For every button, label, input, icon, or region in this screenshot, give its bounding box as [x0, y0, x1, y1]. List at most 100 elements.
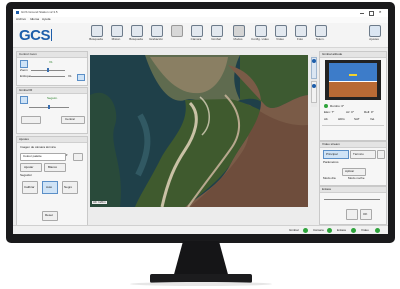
- link-panel: Enlace OK: [319, 186, 387, 225]
- attitude-ground: [329, 81, 377, 97]
- focus-slider[interactable]: [31, 76, 65, 77]
- video-main-label: Principal: [326, 152, 338, 156]
- focus-apply-button[interactable]: [77, 74, 85, 81]
- link-button-a[interactable]: [346, 209, 358, 220]
- stand-shadow: [130, 282, 272, 286]
- heading-value: Rumbo: 0°: [330, 104, 345, 108]
- gimbal-panel: Gimbal IR Seguim. Centrar: [16, 87, 88, 134]
- toolbar-button-ajustes[interactable]: Ajustes: [365, 25, 382, 45]
- aerial-map-view[interactable]: Alt: 120m: [90, 55, 308, 207]
- toolbar-button-busqueda[interactable]: Búsqueda: [87, 25, 104, 45]
- link-panel-header: Enlace: [320, 187, 386, 193]
- night-mode-tab[interactable]: Modo noche: [348, 177, 365, 180]
- status-gimbal-dot: [303, 228, 308, 233]
- maximize-icon[interactable]: [369, 11, 374, 16]
- toolbar-button-camara[interactable]: Cámara: [187, 25, 204, 45]
- palette-select[interactable]: Colour palette: [20, 153, 66, 161]
- elevation-value: Elev: 7°: [324, 110, 335, 114]
- white-button[interactable]: Blanco: [44, 163, 66, 172]
- link-slider[interactable]: [324, 199, 380, 200]
- toolbar-button-foto[interactable]: Foto: [291, 25, 308, 45]
- video-config-icon: [255, 25, 267, 37]
- toolbar-button-video-config[interactable]: Config. vídeo: [251, 25, 269, 45]
- attitude-panel-header: Gimbal attitude: [320, 52, 386, 58]
- stat-hdg: HDG: [338, 117, 345, 121]
- gimbal-panel-title: Gimbal IR: [19, 88, 33, 92]
- focus-value: X1: [68, 74, 72, 78]
- telemetry-icon: [315, 25, 327, 37]
- link-ok-label: OK: [363, 212, 368, 216]
- link-ok-button[interactable]: OK: [360, 209, 372, 220]
- status-video-label: Vídeo: [361, 228, 369, 232]
- toolbar-button-blank[interactable]: [167, 25, 184, 45]
- gimbal-mode-value: Seguim.: [47, 96, 59, 100]
- zoom-mode-button[interactable]: [20, 60, 28, 68]
- zoom-panel-header: Control zoom: [17, 52, 87, 58]
- gimbal-panel-header: Gimbal IR: [17, 88, 87, 94]
- video-main-button[interactable]: Principal: [323, 150, 349, 159]
- zoom-slider-handle[interactable]: [47, 68, 49, 72]
- status-camara-dot: [327, 228, 332, 233]
- screen: GCS Ground Station v2.3.5 × Archivo Idio…: [13, 9, 388, 234]
- parameters-label: Parámetros: [323, 160, 339, 164]
- reset-button[interactable]: Reset: [42, 211, 58, 221]
- minimize-icon[interactable]: [360, 13, 364, 14]
- attitude-indicator: [325, 60, 381, 100]
- toolbar-button-grabacion[interactable]: Grabación: [147, 25, 164, 45]
- calibrate-button[interactable]: Calibrar: [22, 181, 38, 194]
- attitude-divider: [322, 125, 384, 126]
- tracker-auto-button[interactable]: Auto: [42, 181, 58, 194]
- video-extra-button[interactable]: [377, 150, 385, 159]
- attitude-horizon-line: [329, 81, 377, 82]
- black-button[interactable]: Negro: [62, 181, 78, 194]
- menu-item-idioma[interactable]: Idioma: [30, 18, 39, 21]
- day-mode-tab[interactable]: Modo día: [323, 177, 336, 180]
- tracker-label: Seguidor: [20, 173, 33, 177]
- apply-button[interactable]: Aplicar: [342, 168, 366, 176]
- white-label: Blanco: [48, 165, 58, 169]
- gimbal-left-button[interactable]: [21, 116, 41, 124]
- gimbal-icon: [211, 25, 223, 37]
- gimbal-pitch-handle[interactable]: [48, 105, 50, 109]
- toolbar-button-telemetria[interactable]: Telem.: [311, 25, 328, 45]
- video-thermal-button[interactable]: Térmico: [350, 150, 376, 159]
- toolbar-button-modos[interactable]: Modos: [229, 25, 246, 45]
- menu-item-ayuda[interactable]: Ayuda: [42, 18, 50, 21]
- ir-settings-panel: Ajustes Imagen de cámara térmica Colour …: [16, 136, 88, 226]
- blank-icon: [171, 25, 183, 37]
- toolbar-button-gimbal[interactable]: Gimbal: [207, 25, 224, 45]
- reset-label: Reset: [45, 213, 53, 217]
- close-icon[interactable]: ×: [379, 10, 381, 14]
- mission-icon: [111, 25, 123, 37]
- gimbal-mode-button[interactable]: [20, 96, 28, 104]
- status-video-dot: [375, 228, 380, 233]
- attitude-panel: Gimbal attitude Rumbo: 0° Elev: 7° Az: 0…: [319, 51, 387, 141]
- video-icon: [275, 25, 287, 37]
- zoom-panel-title: Control zoom: [19, 52, 37, 56]
- toolbar-button-target[interactable]: Búsqueda: [127, 25, 144, 45]
- gcs-logo: GCS: [19, 27, 53, 44]
- video-stream-panel: Vídeo stream Principal Térmico Parámetro…: [319, 141, 387, 186]
- gimbal-center-button[interactable]: Centrar: [61, 116, 85, 124]
- status-bar: Gimbal Cámara Enlace Vídeo: [13, 225, 388, 234]
- auto-label: Ajustar: [24, 165, 34, 169]
- camera-icon: [191, 25, 203, 37]
- toolbar-button-video[interactable]: Vídeo: [271, 25, 288, 45]
- tracker-auto-label: Auto: [46, 185, 53, 189]
- atti-tab-icon: [312, 59, 316, 63]
- chevron-down-icon[interactable]: ▾: [66, 154, 68, 157]
- status-enlace-label: Enlace: [337, 228, 347, 232]
- calibrate-label: Calibrar: [24, 185, 35, 189]
- palette-select-value: Colour palette: [23, 154, 42, 158]
- stat-vel: Vel.: [370, 117, 376, 121]
- target-icon: [131, 25, 143, 37]
- window-title: GCS Ground Station v2.3.5: [21, 10, 58, 14]
- app-icon: [16, 11, 19, 14]
- search-icon: [91, 25, 103, 37]
- video-panel-title: Vídeo stream: [322, 142, 340, 146]
- palette-apply-button[interactable]: [73, 153, 83, 161]
- menu-item-archivo[interactable]: Archivo: [16, 18, 26, 21]
- gimbal-center-label: Centrar: [65, 117, 76, 121]
- toolbar-button-mision[interactable]: Mision: [107, 25, 124, 45]
- auto-button[interactable]: Ajustar: [20, 163, 42, 172]
